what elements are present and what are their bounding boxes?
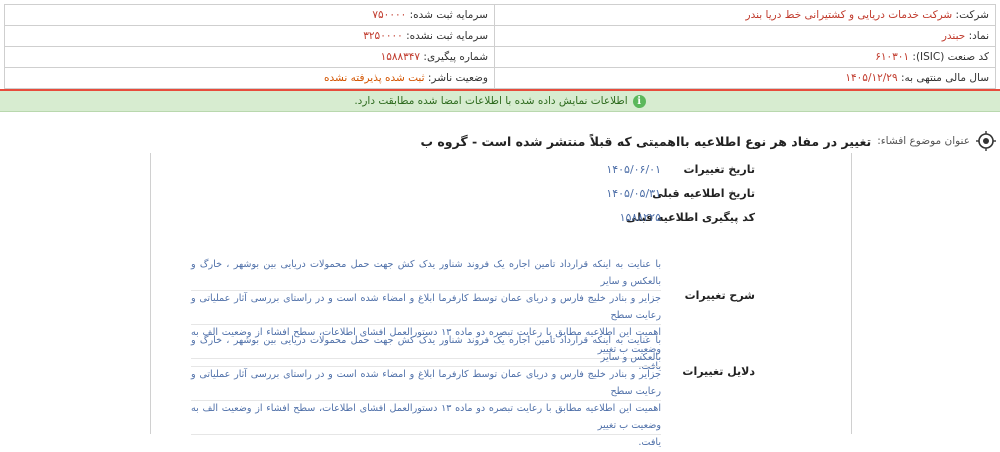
description-line: با عنایت به اینکه قرارداد تامین اجاره یک… [191, 257, 661, 291]
capital-registered-cell: سرمایه ثبت شده: ۷۵۰۰۰۰ [4, 4, 495, 26]
reasons-line: جزایر و بنادر خلیج فارس و دریای عمان توس… [191, 367, 661, 401]
change-details-panel: تاریخ تغییرات ۱۴۰۵/۰۶/۰۱ تاریخ اطلاعیه ق… [150, 153, 852, 448]
reasons-line: اهمیت این اطلاعیه مطابق با رعایت تبصره د… [191, 401, 661, 435]
change-date-label: تاریخ تغییرات [683, 163, 755, 176]
publisher-status-value: ثبت شده پذیرفته نشده [324, 72, 425, 84]
capital-unregistered-cell: سرمایه ثبت نشده: ۳۲۵۰۰۰۰ [4, 25, 495, 47]
publisher-status-cell: وضعیت ناشر: ثبت شده پذیرفته نشده [4, 67, 495, 89]
notice-text: اطلاعات نمایش داده شده با اطلاعات امضا ش… [354, 95, 628, 107]
capital-registered-label: سرمایه ثبت شده: [409, 9, 488, 21]
symbol-value[interactable]: حبندر [942, 30, 965, 42]
isic-cell: کد صنعت (ISIC): ۶۱۰۳۰۱ [494, 46, 996, 68]
fiscal-year-label: سال مالی منتهی به: [900, 72, 989, 84]
target-icon [976, 131, 996, 151]
change-date-value: ۱۴۰۵/۰۶/۰۱ [606, 163, 661, 176]
description-line: جزایر و بنادر خلیج فارس و دریای عمان توس… [191, 291, 661, 325]
description-label: شرح تغییرات [684, 289, 755, 302]
capital-registered-value: ۷۵۰۰۰۰ [372, 9, 407, 21]
subject-title: تغییر در مفاد هر نوع اطلاعیه بااهمیتی که… [420, 133, 872, 149]
reasons-line: با عنایت به اینکه قرارداد تامین اجاره یک… [191, 333, 661, 367]
subject-header: عنوان موضوع افشاء: تغییر در مفاد هر نوع … [421, 129, 996, 153]
publisher-status-label: وضعیت ناشر: [427, 72, 488, 84]
company-name[interactable]: شرکت خدمات دریایی و کشتیرانی خط دریا بند… [746, 9, 953, 21]
tracking-label: شماره پیگیری: [423, 51, 488, 63]
fiscal-year-value: ۱۴۰۵/۱۲/۲۹ [845, 72, 898, 84]
subject-label: عنوان موضوع افشاء: [877, 135, 970, 147]
capital-unregistered-value: ۳۲۵۰۰۰۰ [363, 30, 403, 42]
prev-tracking-value[interactable]: ۱۵۸۸۲۲۵ [620, 211, 661, 224]
reasons-label: دلایل تغییرات [682, 365, 755, 378]
fiscal-year-cell: سال مالی منتهی به: ۱۴۰۵/۱۲/۲۹ [494, 67, 996, 89]
tracking-cell: شماره پیگیری: ۱۵۸۸۳۴۷ [4, 46, 495, 68]
company-label: شرکت: [955, 9, 989, 21]
signature-match-notice: i اطلاعات نمایش داده شده با اطلاعات امضا… [0, 91, 1000, 112]
isic-label: کد صنعت (ISIC): [912, 51, 989, 63]
info-icon: i [632, 94, 646, 108]
capital-unregistered-label: سرمایه ثبت نشده: [406, 30, 488, 42]
isic-value: ۶۱۰۳۰۱ [875, 51, 910, 63]
prev-notice-date-label: تاریخ اطلاعیه قبلی [652, 187, 755, 200]
prev-notice-date-value: ۱۴۰۵/۰۵/۳۱ [606, 187, 661, 200]
reasons-line: یافت. [638, 437, 661, 448]
company-cell: شرکت: شرکت خدمات دریایی و کشتیرانی خط در… [494, 4, 996, 26]
symbol-label: نماد: [968, 30, 989, 42]
company-info-table: شرکت: شرکت خدمات دریایی و کشتیرانی خط در… [4, 4, 996, 89]
symbol-cell: نماد: حبندر [494, 25, 996, 47]
tracking-value: ۱۵۸۸۳۴۷ [380, 51, 421, 63]
